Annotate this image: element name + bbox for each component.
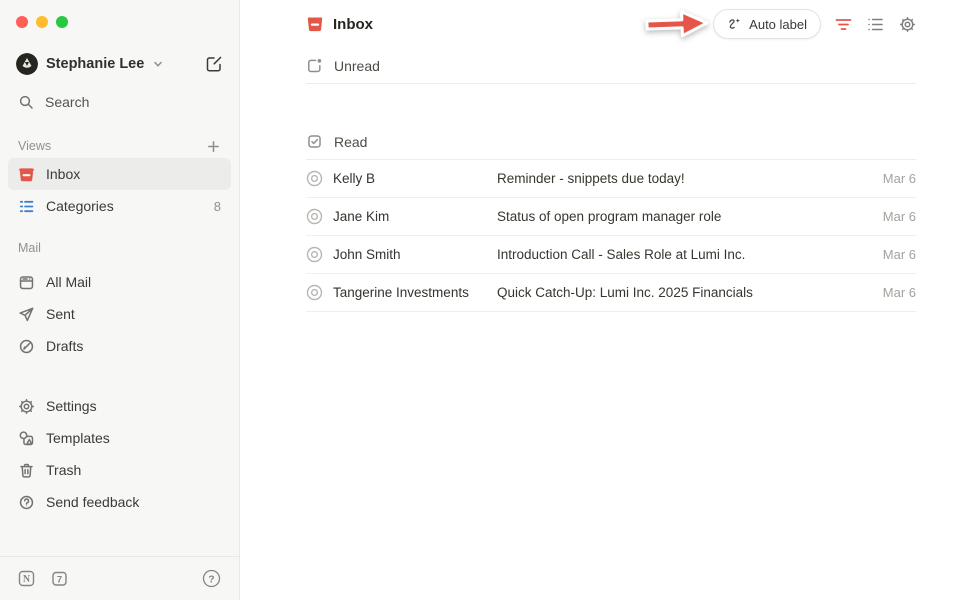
sidebar-item-label: Categories bbox=[46, 198, 114, 214]
page-title: Inbox bbox=[333, 16, 373, 33]
auto-label-label: Auto label bbox=[749, 17, 807, 32]
search-icon bbox=[18, 94, 34, 110]
notion-logo-icon[interactable]: N bbox=[18, 570, 35, 587]
close-window-button[interactable] bbox=[16, 16, 28, 28]
mail-section-label: Mail bbox=[18, 241, 41, 255]
sidebar-item-sent[interactable]: Sent bbox=[8, 298, 231, 330]
calendar-icon[interactable]: 7 bbox=[51, 570, 68, 587]
email-subject: Introduction Call - Sales Role at Lumi I… bbox=[497, 247, 871, 262]
sidebar-item-label: Send feedback bbox=[46, 494, 139, 510]
views-section-label: Views bbox=[18, 139, 51, 153]
red-arrow-annotation bbox=[642, 5, 713, 43]
sidebar-item-all-mail[interactable]: All Mail bbox=[8, 266, 231, 298]
categories-icon bbox=[18, 198, 35, 215]
all-mail-icon bbox=[18, 274, 35, 291]
profile-name: Stephanie Lee bbox=[46, 56, 144, 72]
auto-label-sparkle-icon bbox=[727, 17, 742, 32]
sidebar-item-inbox[interactable]: Inbox bbox=[8, 158, 231, 190]
shapes-icon bbox=[18, 430, 35, 447]
avatar bbox=[16, 53, 38, 75]
sidebar-item-label: Inbox bbox=[46, 166, 80, 182]
email-date: Mar 6 bbox=[883, 171, 916, 186]
email-sender: Jane Kim bbox=[333, 209, 497, 224]
sidebar-item-drafts[interactable]: Drafts bbox=[8, 330, 231, 362]
chevron-down-icon bbox=[152, 58, 164, 70]
gear-icon bbox=[18, 398, 35, 415]
read-checkbox-icon bbox=[306, 133, 323, 150]
unread-section-header[interactable]: Unread bbox=[306, 48, 916, 84]
sidebar-item-send-feedback[interactable]: Send feedback bbox=[8, 486, 231, 518]
sidebar-item-templates[interactable]: Templates bbox=[8, 422, 231, 454]
svg-text:7: 7 bbox=[57, 575, 62, 586]
inbox-icon bbox=[18, 166, 35, 183]
tools-group: Settings Templates Trash bbox=[8, 390, 231, 518]
svg-text:?: ? bbox=[208, 573, 214, 585]
views-section-header: Views bbox=[8, 134, 231, 158]
profile-row: Stephanie Lee bbox=[8, 50, 231, 78]
search-button[interactable]: Search bbox=[8, 88, 231, 116]
sidebar: Stephanie Lee Search Views bbox=[0, 0, 240, 600]
main-content: Inbox Auto label bbox=[240, 0, 960, 600]
sidebar-item-categories[interactable]: Categories 8 bbox=[8, 190, 231, 222]
email-subject: Status of open program manager role bbox=[497, 209, 871, 224]
sender-avatar-icon bbox=[306, 170, 323, 187]
sidebar-item-label: Sent bbox=[46, 306, 75, 322]
sender-avatar-icon bbox=[306, 284, 323, 301]
filter-icon[interactable] bbox=[835, 18, 852, 31]
sidebar-item-label: Trash bbox=[46, 462, 81, 478]
account-switcher[interactable]: Stephanie Lee bbox=[16, 53, 164, 75]
auto-label-button[interactable]: Auto label bbox=[713, 9, 821, 39]
sidebar-item-label: Templates bbox=[46, 430, 110, 446]
help-icon[interactable]: ? bbox=[202, 569, 221, 588]
email-sender: John Smith bbox=[333, 247, 497, 262]
zoom-window-button[interactable] bbox=[56, 16, 68, 28]
mail-group: All Mail Sent Drafts bbox=[8, 266, 231, 362]
email-date: Mar 6 bbox=[883, 285, 916, 300]
email-row[interactable]: Jane Kim Status of open program manager … bbox=[306, 198, 916, 236]
email-date: Mar 6 bbox=[883, 209, 916, 224]
sidebar-item-label: All Mail bbox=[46, 274, 91, 290]
sidebar-item-label: Settings bbox=[46, 398, 97, 414]
trash-icon bbox=[18, 462, 35, 479]
email-row[interactable]: Kelly B Reminder - snippets due today! M… bbox=[306, 160, 916, 198]
email-sender: Tangerine Investments bbox=[333, 285, 497, 300]
sender-avatar-icon bbox=[306, 208, 323, 225]
inbox-icon bbox=[306, 15, 324, 33]
sender-avatar-icon bbox=[306, 246, 323, 263]
unread-icon bbox=[306, 57, 323, 74]
email-subject: Quick Catch-Up: Lumi Inc. 2025 Financial… bbox=[497, 285, 871, 300]
section-gap bbox=[306, 84, 916, 124]
window-controls bbox=[8, 0, 231, 28]
compose-icon[interactable] bbox=[205, 55, 223, 73]
sidebar-item-label: Drafts bbox=[46, 338, 83, 354]
list-view-icon[interactable] bbox=[867, 17, 884, 32]
search-label: Search bbox=[45, 94, 89, 110]
help-circle-icon bbox=[18, 494, 35, 511]
email-date: Mar 6 bbox=[883, 247, 916, 262]
read-section-header[interactable]: Read bbox=[306, 124, 916, 160]
unread-label: Unread bbox=[334, 58, 380, 74]
email-sender: Kelly B bbox=[333, 171, 497, 186]
svg-text:N: N bbox=[23, 574, 31, 585]
sidebar-item-settings[interactable]: Settings bbox=[8, 390, 231, 422]
drafts-icon bbox=[18, 338, 35, 355]
gear-icon[interactable] bbox=[899, 16, 916, 33]
read-label: Read bbox=[334, 134, 367, 150]
sidebar-footer: N 7 ? bbox=[8, 556, 231, 600]
email-row[interactable]: John Smith Introduction Call - Sales Rol… bbox=[306, 236, 916, 274]
categories-count-badge: 8 bbox=[214, 199, 221, 214]
email-subject: Reminder - snippets due today! bbox=[497, 171, 871, 186]
email-row[interactable]: Tangerine Investments Quick Catch-Up: Lu… bbox=[306, 274, 916, 312]
minimize-window-button[interactable] bbox=[36, 16, 48, 28]
sent-icon bbox=[18, 306, 35, 323]
inbox-header: Inbox Auto label bbox=[306, 0, 916, 48]
sidebar-item-trash[interactable]: Trash bbox=[8, 454, 231, 486]
mail-section-header: Mail bbox=[8, 236, 231, 260]
plus-icon[interactable] bbox=[206, 139, 221, 154]
